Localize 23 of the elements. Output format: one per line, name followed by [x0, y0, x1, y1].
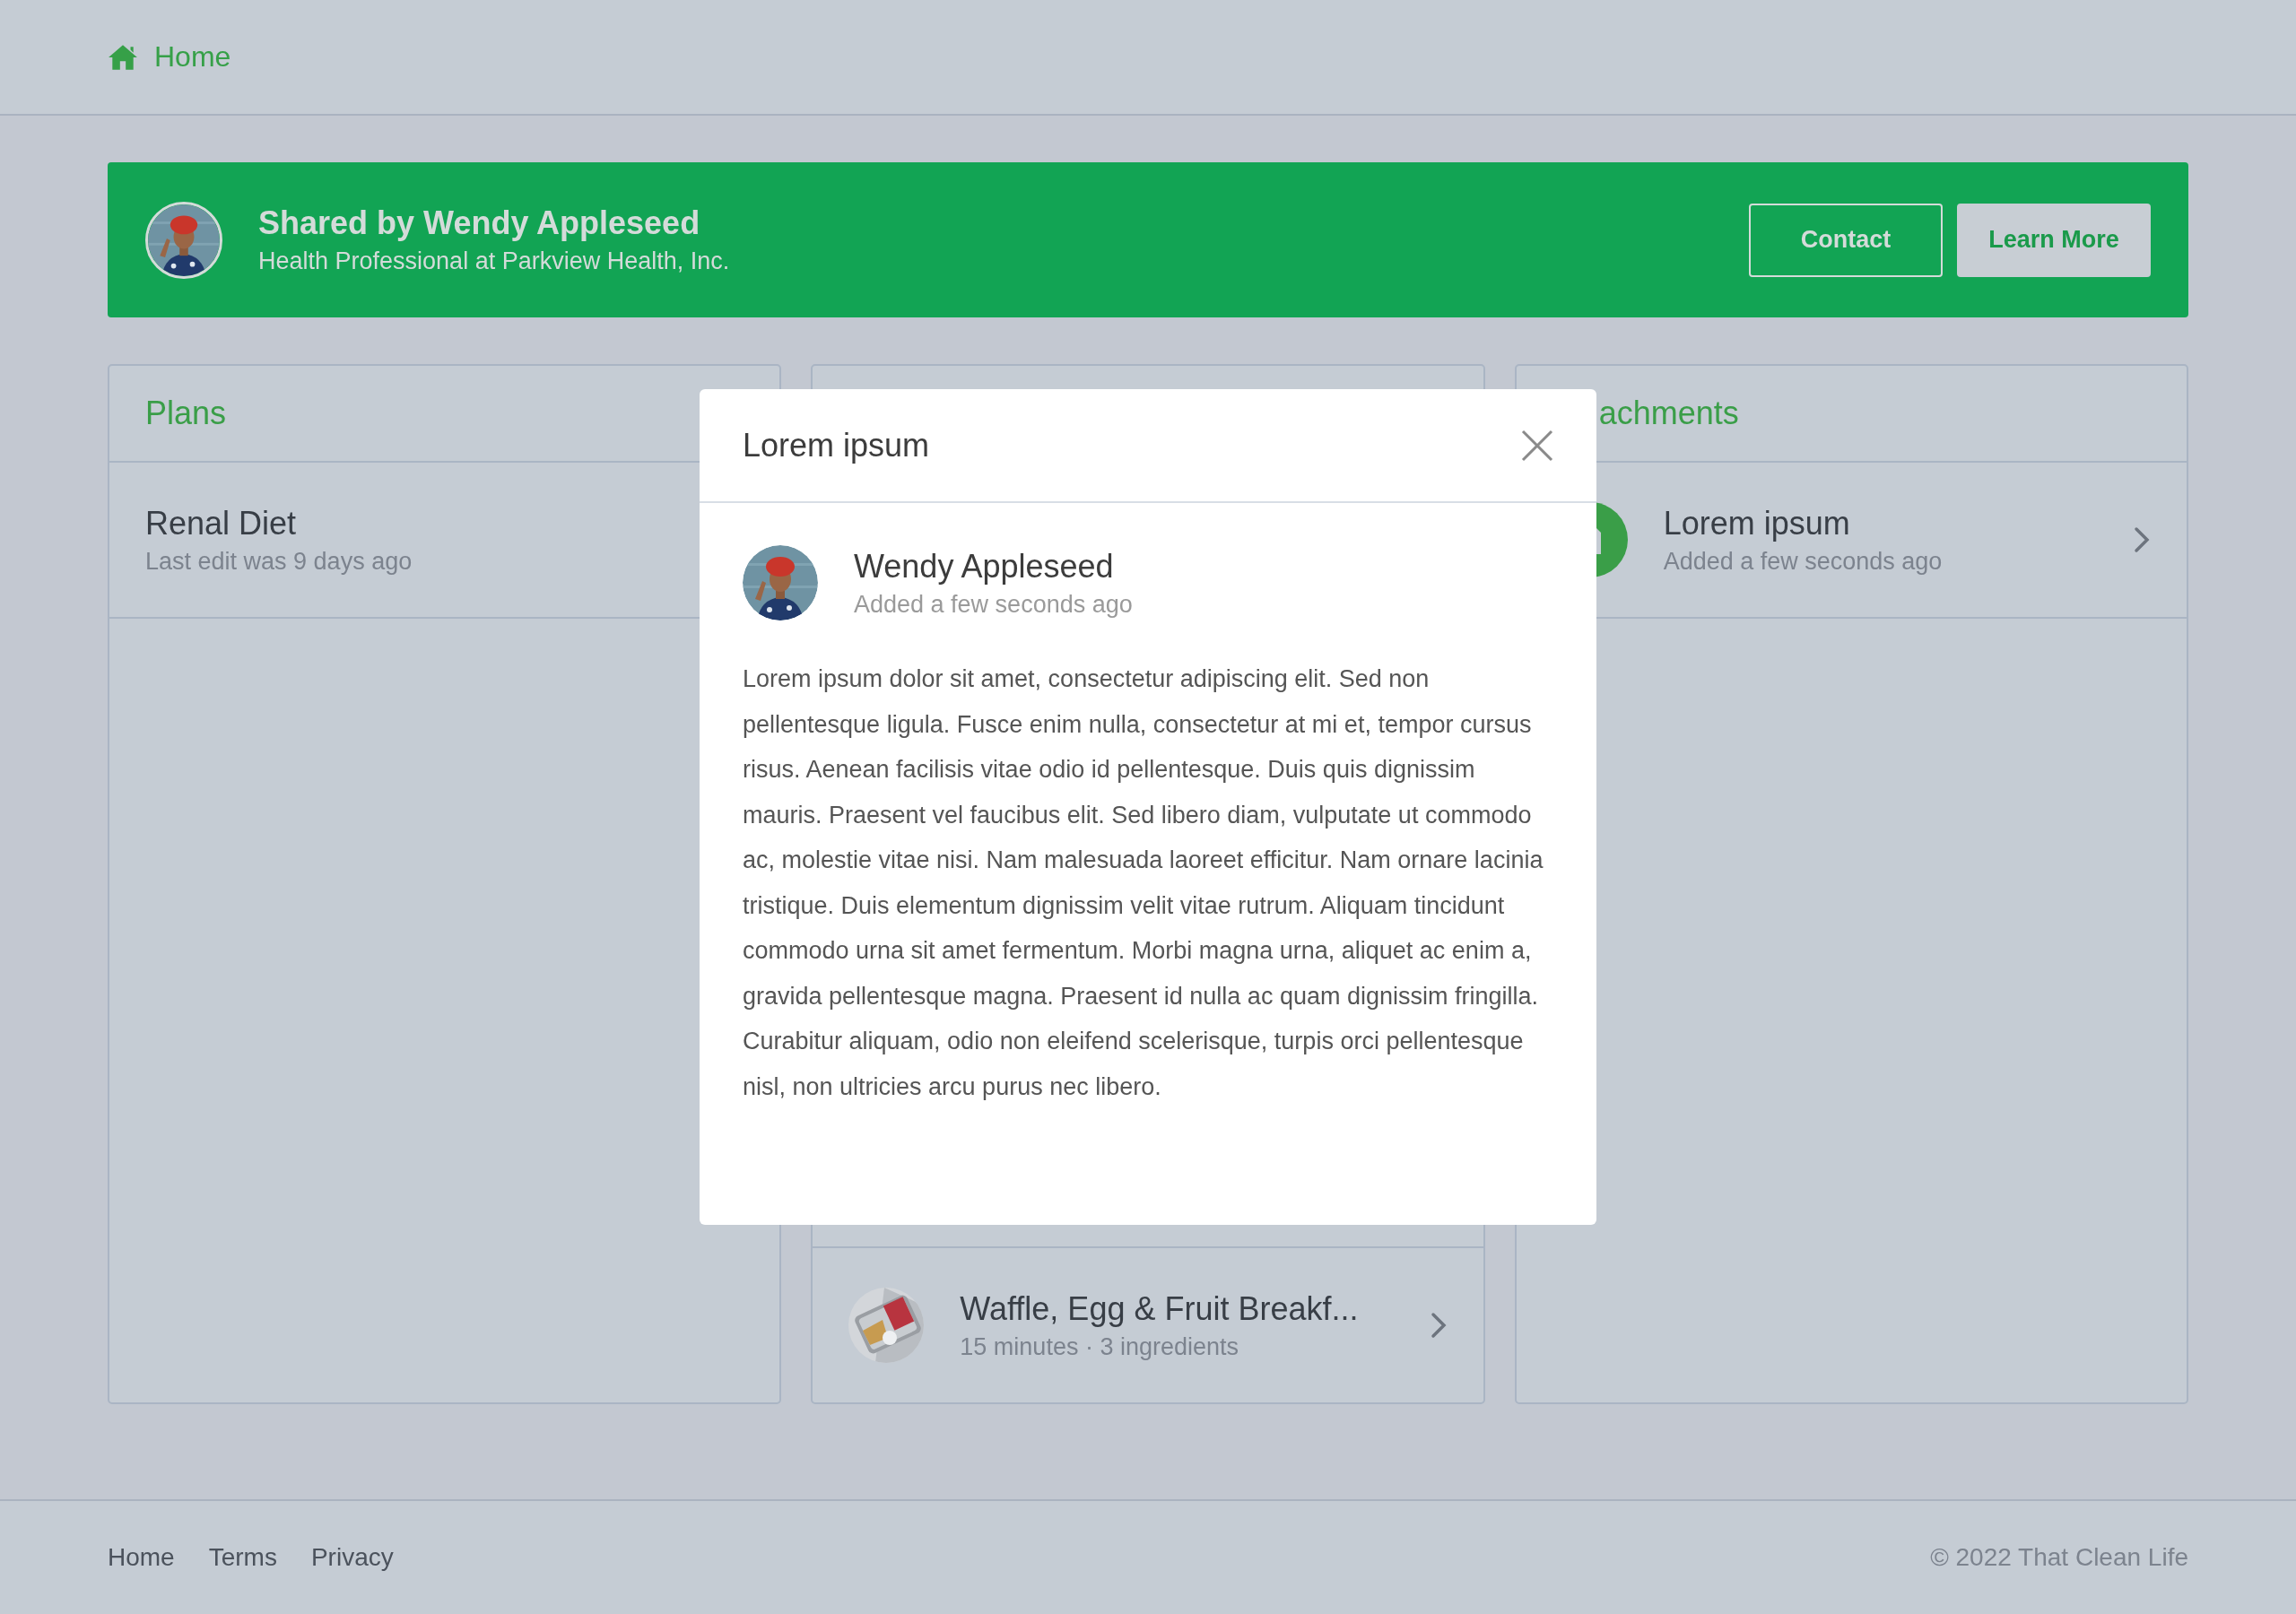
modal-text: Lorem ipsum dolor sit amet, consectetur adipiscing elit. Sed non pellentesque ligula. Fusce enim nulla, consectetur at mi et, tempor cursus risus. Aenean facilisis vitae odio id pellentesque. Duis quis dignissim mauris. Praesent vel faucibus elit. Sed libero diam, vulputate ut commodo ac, molestie vitae nisi. Nam malesuada laoreet efficitur. Nam ornare lacinia tristique. Duis elementum dignissim velit vitae rutrum. Aliquam tincidunt commodo urna sit amet fermentum. Morbi magna urna, aliquet ac enim a, gravida pellentesque magna. Praesent id nulla ac quam dignissim fringilla. Curabitur aliquam, odio non eleifend scelerisque, turpis orci pellentesque nisl, non ultricies arcu purus nec libero.: [743, 664, 1544, 1102]
item-subtitle: Last edit was 9 days ago: [145, 547, 413, 576]
item-subtitle: Added a few seconds ago: [1663, 547, 1944, 576]
banner-subtitle: Health Professional at Parkview Health, Inc.: [258, 247, 730, 275]
added-time: Added a few seconds ago: [854, 590, 1133, 619]
modal-title: Lorem ipsum: [743, 426, 930, 464]
footer-link[interactable]: Home: [108, 1543, 175, 1572]
footer-link[interactable]: Privacy: [310, 1543, 394, 1572]
chevron-right-icon: [1429, 1312, 1448, 1339]
card-title: Plans: [145, 395, 227, 432]
copyright-text: © 2022 That Clean Life: [1930, 1543, 2188, 1572]
home-icon: [108, 43, 138, 71]
author-name: Wendy Appleseed: [854, 547, 1115, 586]
item-title: Waffle, Egg & Fruit Breakf...: [960, 1289, 1360, 1328]
item-title: Renal Diet: [145, 504, 298, 542]
item-title: Lorem ipsum: [1663, 504, 1851, 542]
chevron-right-icon: [2133, 526, 2151, 553]
footer-link[interactable]: Terms: [208, 1543, 277, 1572]
card-title: achments: [1597, 395, 1739, 432]
item-subtitle: 15 minutes · 3 ingredients: [960, 1332, 1239, 1361]
list-item[interactable]: Waffle, Egg & Fruit Breakf... 15 minutes · 3 ingredients: [813, 1246, 1483, 1402]
banner-title: Shared by Wendy Appleseed: [258, 204, 701, 242]
close-button[interactable]: [1521, 429, 1553, 462]
